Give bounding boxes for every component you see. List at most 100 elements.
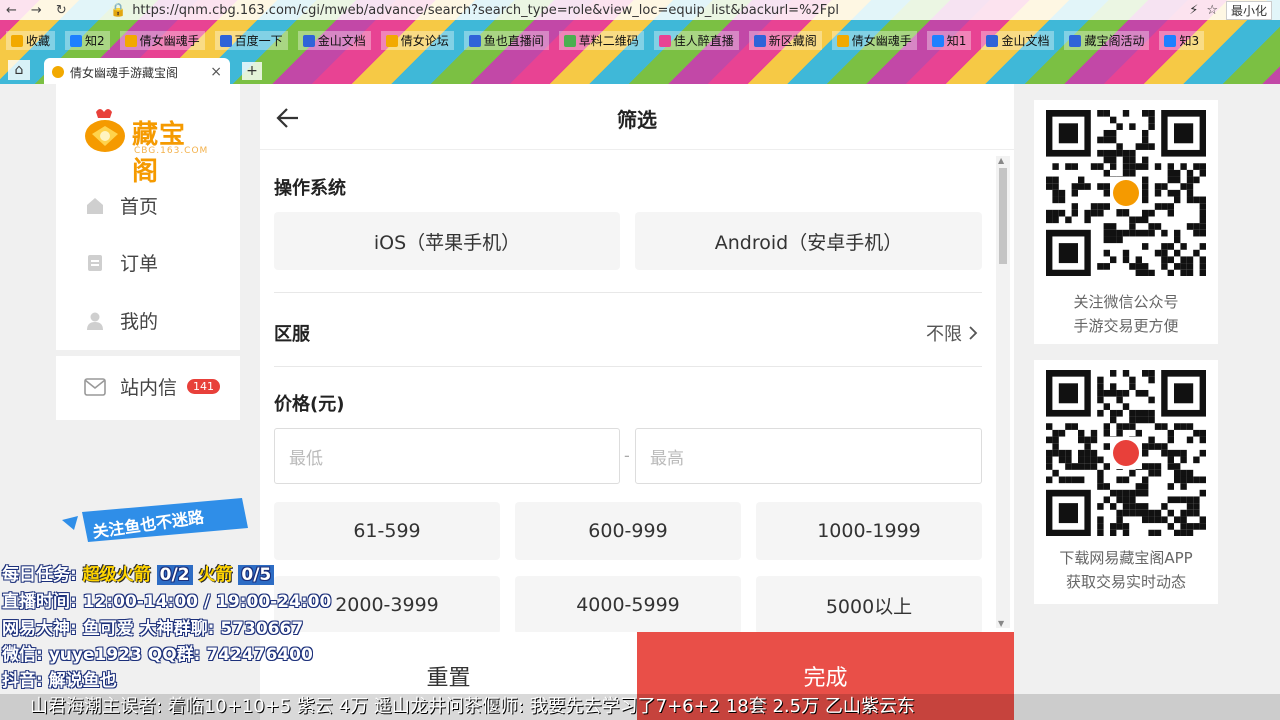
douyin-line: 抖音: 解说鱼也	[2, 671, 117, 691]
bookmark-label: 倩女幽魂手	[851, 33, 912, 48]
region-selector[interactable]: 不限	[926, 320, 978, 346]
bookmark-favicon-icon	[468, 34, 481, 47]
bookmark-label: 知1	[946, 33, 967, 48]
bookmark-item[interactable]: 鱼也直播间	[463, 30, 549, 50]
bookmark-item[interactable]: 倩女幽魂手	[831, 30, 917, 50]
bookmark-item[interactable]: 佳人醉直播	[653, 30, 739, 50]
task-item1-progress: 0/2	[156, 565, 193, 585]
bookmark-item[interactable]: 知2	[65, 30, 110, 50]
scrollbar-thumb[interactable]	[999, 168, 1007, 264]
price-max-input[interactable]: 最高	[635, 428, 982, 484]
task-item2-progress: 0/5	[238, 565, 275, 585]
os-option-ios[interactable]: iOS（苹果手机）	[274, 212, 620, 270]
sidebar: 藏宝阁 CBG.163.COM 首页 订单 我的 站内信 141	[56, 84, 240, 420]
bookmark-favicon-icon	[658, 34, 671, 47]
url-text: https://qnm.cbg.163.com/cgi/mweb/advance…	[132, 2, 840, 18]
os-option-android[interactable]: Android（安卓手机）	[635, 212, 982, 270]
sidebar-item-label: 站内信	[120, 377, 178, 399]
minimize-button[interactable]: 最小化	[1225, 0, 1272, 20]
bookmark-label: 知2	[85, 33, 105, 48]
task-item2: 火箭	[198, 565, 233, 585]
back-nav-icon[interactable]: ←	[6, 3, 17, 18]
bolt-icon[interactable]: ⚡	[1189, 3, 1198, 18]
bookmark-item[interactable]: 藏宝阁活动	[1064, 30, 1150, 50]
bookmark-label: 佳人醉直播	[673, 33, 734, 48]
wechat-line: 微信: yuye1923 QQ群: 742476400	[2, 645, 313, 665]
panel-scrollbar[interactable]: ▲ ▼	[996, 156, 1010, 628]
reload-icon[interactable]: ↻	[56, 3, 67, 18]
bookmark-label: 金山文档	[1001, 33, 1050, 48]
price-min-input[interactable]: 最低	[274, 428, 620, 484]
bookmark-item[interactable]: 草料二维码	[558, 30, 644, 50]
task-item1: 超级火箭	[82, 565, 151, 585]
bookmark-favicon-icon	[986, 34, 999, 47]
bookmark-item[interactable]: 倩女幽魂手	[119, 30, 205, 50]
bookmark-favicon-icon	[385, 34, 398, 47]
mail-icon	[84, 376, 106, 398]
price-range-option[interactable]: 1000-1999	[756, 502, 982, 560]
bookmark-favicon-icon	[563, 34, 576, 47]
section-divider	[274, 292, 982, 293]
price-range-option[interactable]: 4000-5999	[515, 576, 741, 632]
chevron-right-icon	[969, 326, 978, 340]
bookmark-item[interactable]: 百度一下	[214, 30, 288, 50]
bookmark-label: 草料二维码	[578, 33, 639, 48]
home-tab-icon[interactable]: ⌂	[8, 60, 30, 80]
bookmark-item[interactable]: 金山文档	[297, 30, 371, 50]
region-section-title: 区服	[274, 324, 310, 345]
bookmark-favicon-icon	[124, 34, 137, 47]
tab-cbg[interactable]: 倩女幽魂手游藏宝阁 ×	[44, 58, 230, 86]
bookmark-label: 倩女论坛	[400, 33, 449, 48]
sidebar-item-label: 我的	[120, 311, 159, 333]
gift-ticker: 山君海潮主误者: 着临10+10+5 紫云 4万 遥山龙井问茶偃师: 我要先去学…	[0, 694, 1280, 720]
bookmark-item[interactable]: 新区藏阁	[748, 30, 822, 50]
scroll-up-icon[interactable]: ▲	[998, 156, 1004, 165]
home-icon	[84, 195, 106, 217]
bookmark-favicon-icon	[931, 34, 944, 47]
price-separator: -	[624, 446, 630, 465]
sidebar-item-mine[interactable]: 我的	[84, 307, 158, 334]
wechat-qr-card: 关注微信公众号 手游交易更方便	[1034, 100, 1218, 344]
price-section-title: 价格(元)	[274, 394, 345, 415]
cbg-logo[interactable]: 藏宝阁 CBG.163.COM	[82, 106, 212, 187]
bookmark-favicon-icon	[70, 34, 83, 47]
message-count-badge: 141	[187, 379, 221, 394]
sidebar-item-label: 订单	[120, 253, 159, 275]
sidebar-item-messages[interactable]: 站内信 141	[84, 373, 221, 400]
bookmark-label: 收藏	[26, 33, 51, 48]
netease-line: 网易大神: 鱼可爱 大神群聊: 5730667	[2, 619, 304, 639]
new-tab-icon[interactable]: +	[242, 62, 262, 80]
forward-nav-icon[interactable]: →	[31, 3, 42, 18]
os-section-title: 操作系统	[274, 178, 346, 199]
logo-subtext: CBG.163.COM	[134, 146, 209, 156]
scroll-down-icon[interactable]: ▼	[998, 619, 1004, 628]
tab-favicon-icon	[52, 66, 64, 78]
bookmark-label: 倩女幽魂手	[139, 33, 200, 48]
price-range-option[interactable]: 600-999	[515, 502, 741, 560]
region-value: 不限	[926, 324, 962, 345]
bookmarks-bar: 收藏 知2 倩女幽魂手 百度一下 金山文档 倩女论坛 鱼也直播间 草料二维码 佳人醉直播 新区藏阁…	[0, 28, 1280, 52]
tab-close-icon[interactable]: ×	[210, 64, 222, 80]
star-icon[interactable]: ☆	[1206, 3, 1218, 18]
bookmark-item[interactable]: 金山文档	[981, 30, 1055, 50]
price-range-option[interactable]: 5000以上	[756, 576, 982, 632]
bookmark-favicon-icon	[11, 34, 23, 47]
bookmark-item[interactable]: 倩女论坛	[380, 30, 454, 50]
bookmark-label: 百度一下	[234, 33, 283, 48]
qr-caption: 手游交易更方便	[1073, 317, 1179, 335]
task-label: 每日任务:	[2, 565, 77, 585]
sidebar-item-orders[interactable]: 订单	[84, 249, 158, 276]
qr-caption: 获取交易实时动态	[1065, 573, 1186, 591]
treasure-logo-icon	[85, 109, 125, 152]
tab-title: 倩女幽魂手游藏宝阁	[70, 65, 179, 80]
bookmark-favicon-icon	[302, 34, 315, 47]
sidebar-item-home[interactable]: 首页	[84, 192, 158, 219]
bookmark-item[interactable]: 知1	[926, 30, 972, 50]
url-field[interactable]: 🔒 https://qnm.cbg.163.com/cgi/mweb/advanc…	[110, 3, 1189, 18]
order-icon	[84, 252, 106, 274]
bookmark-item[interactable]: 收藏	[6, 30, 56, 50]
bookmark-item[interactable]: 知3	[1159, 30, 1205, 50]
price-range-option[interactable]: 61-599	[274, 502, 500, 560]
browser-nav: ← → ↻	[0, 3, 110, 18]
follow-banner: 关注鱼也不迷路	[62, 498, 248, 542]
